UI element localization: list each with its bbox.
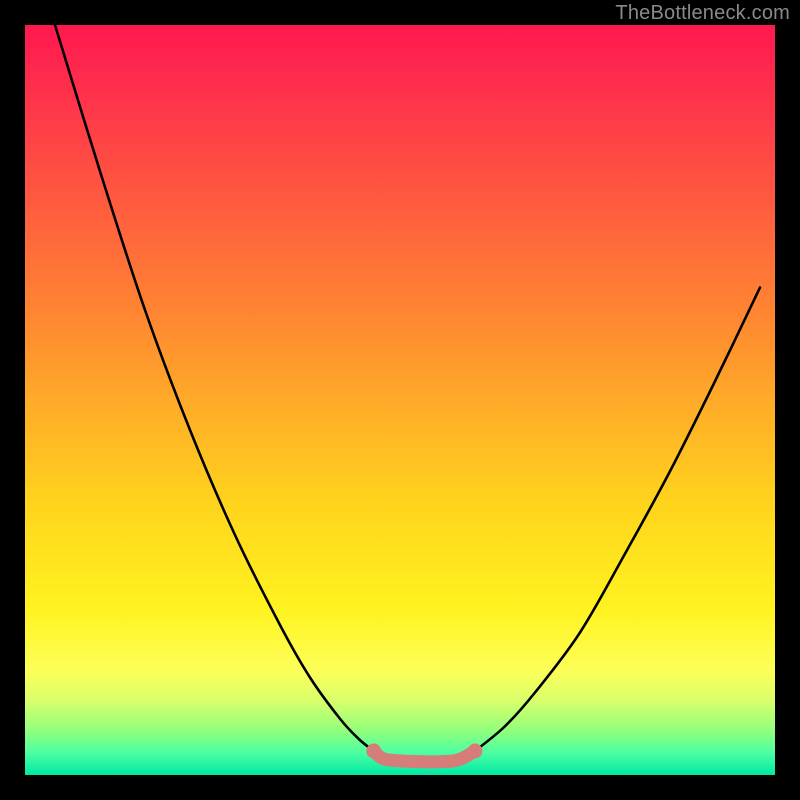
chart-frame: TheBottleneck.com bbox=[0, 0, 800, 800]
curve-valley bbox=[374, 751, 475, 762]
valley-left-dot bbox=[366, 744, 381, 759]
watermark-text: TheBottleneck.com bbox=[615, 2, 790, 25]
curve-left bbox=[55, 25, 374, 751]
curve-right bbox=[475, 288, 760, 752]
chart-plot-area bbox=[25, 25, 775, 775]
valley-right-dot bbox=[468, 744, 483, 759]
chart-curves-svg bbox=[25, 25, 775, 775]
